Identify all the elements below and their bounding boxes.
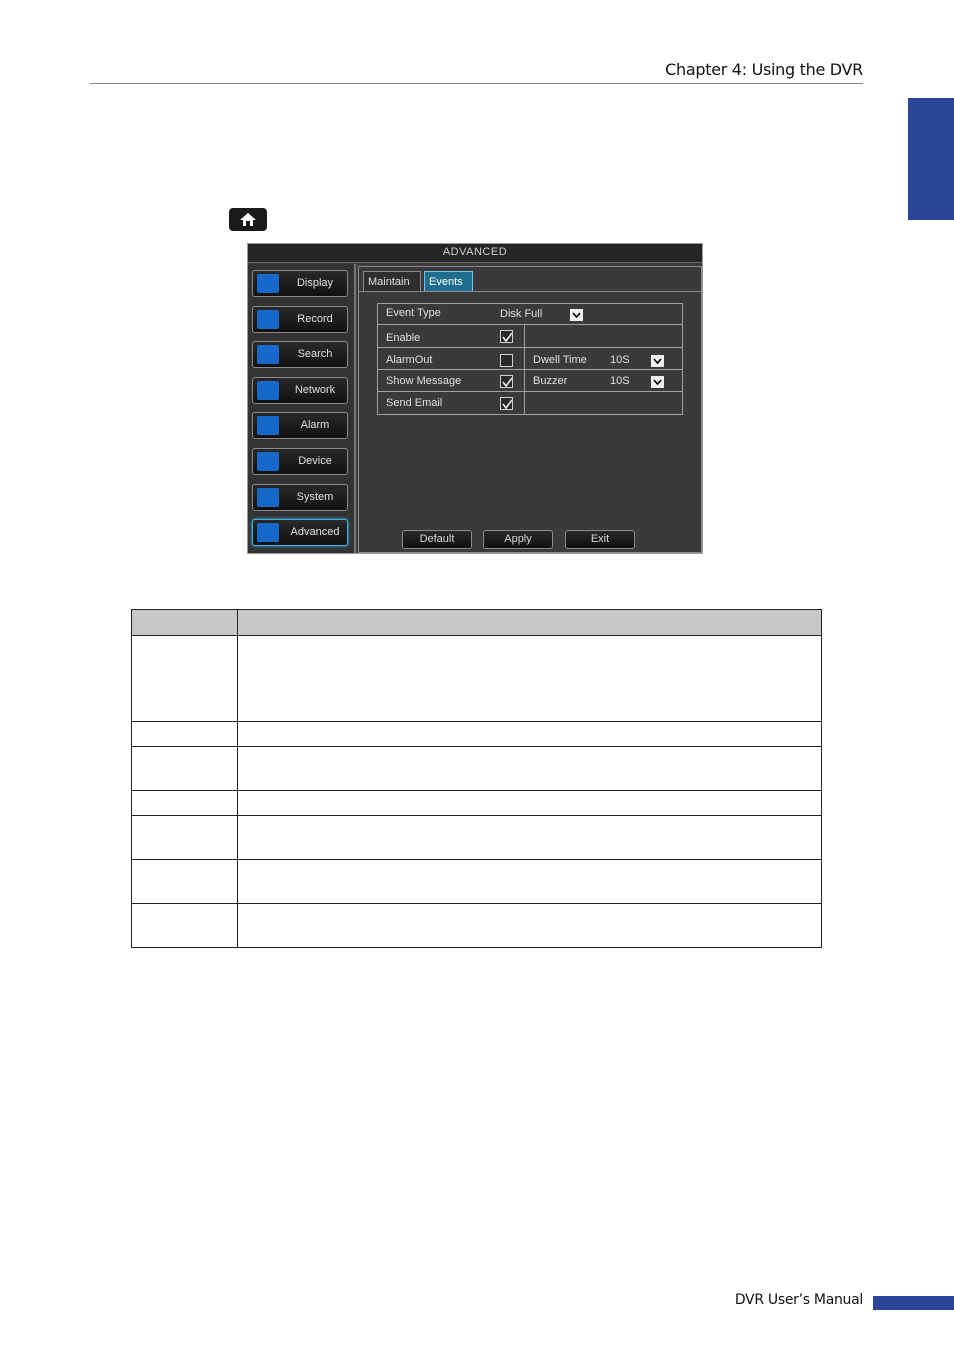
menu-search-button[interactable]: Search xyxy=(252,341,348,368)
table-row-divider xyxy=(132,815,821,816)
table-row-divider xyxy=(132,721,821,722)
chapter-title: Chapter 4: Using the DVR xyxy=(665,60,863,79)
grid-line xyxy=(524,324,525,414)
menu-label: Record xyxy=(297,313,333,325)
event-type-select[interactable]: Disk Full xyxy=(500,308,542,320)
menu-record-button[interactable]: Record xyxy=(252,306,348,333)
buzzer-label: Buzzer xyxy=(533,375,568,387)
menu-system-button[interactable]: System xyxy=(252,484,348,511)
events-settings-grid: Event Type Disk Full Enable AlarmOut Dwe… xyxy=(377,303,683,415)
menu-label: Device xyxy=(298,455,332,467)
menu-advanced-button[interactable]: Advanced xyxy=(252,519,348,546)
grid-line xyxy=(378,347,682,348)
menu-label: Search xyxy=(297,348,333,360)
checkmark-icon xyxy=(502,332,513,343)
alarmout-label: AlarmOut xyxy=(386,354,433,366)
send-email-label: Send Email xyxy=(386,397,443,409)
buzzer-select[interactable]: 10S xyxy=(610,375,630,387)
checkmark-icon xyxy=(502,377,513,388)
menu-label: System xyxy=(296,491,334,503)
alarmout-checkbox[interactable] xyxy=(500,354,513,367)
tab-events[interactable]: Events xyxy=(424,271,473,291)
window-title: ADVANCED xyxy=(442,246,508,258)
footer-manual-title: DVR User’s Manual xyxy=(734,1292,863,1308)
header-divider xyxy=(90,83,863,84)
event-type-label: Event Type xyxy=(386,307,441,319)
table-row-divider xyxy=(132,859,821,860)
menu-label: Advanced xyxy=(290,526,340,538)
table-row-divider xyxy=(132,790,821,791)
alarm-icon xyxy=(257,416,279,435)
apply-button[interactable]: Apply xyxy=(483,530,553,549)
footer-accent-bar xyxy=(873,1296,954,1310)
side-menu: Display Record Search Network Alarm Devi… xyxy=(248,264,356,553)
window-titlebar: ADVANCED xyxy=(248,244,702,263)
menu-label: Alarm xyxy=(300,419,330,431)
events-panel: Maintain Events Event Type Disk Full Ena… xyxy=(358,266,702,553)
magnifier-icon xyxy=(257,345,279,364)
grid-line xyxy=(378,369,682,370)
gear-icon xyxy=(257,488,279,507)
table-column-divider xyxy=(237,610,238,947)
side-tab-marker xyxy=(908,98,954,220)
table-row-divider xyxy=(132,903,821,904)
globe-icon xyxy=(257,381,279,400)
chevron-down-icon[interactable] xyxy=(651,376,664,388)
home-icon xyxy=(240,213,256,226)
default-button[interactable]: Default xyxy=(402,530,472,549)
send-email-checkbox[interactable] xyxy=(500,397,513,410)
enable-checkbox[interactable] xyxy=(500,330,513,343)
device-icon xyxy=(257,452,279,471)
menu-device-button[interactable]: Device xyxy=(252,448,348,475)
menu-label: Network xyxy=(294,384,336,396)
monitor-icon xyxy=(257,274,279,293)
exit-button[interactable]: Exit xyxy=(565,530,635,549)
table-row-divider xyxy=(132,746,821,747)
menu-label: Display xyxy=(296,277,334,289)
wrench-icon xyxy=(257,523,279,542)
table-header xyxy=(132,610,821,636)
show-message-label: Show Message xyxy=(386,375,462,387)
show-message-checkbox[interactable] xyxy=(500,375,513,388)
tab-maintain[interactable]: Maintain xyxy=(363,271,421,291)
grid-line xyxy=(378,324,682,325)
tab-divider xyxy=(359,291,701,292)
menu-network-button[interactable]: Network xyxy=(252,377,348,404)
film-icon xyxy=(257,310,279,329)
settings-description-table xyxy=(131,609,822,948)
menu-display-button[interactable]: Display xyxy=(252,270,348,297)
menu-alarm-button[interactable]: Alarm xyxy=(252,412,348,439)
chevron-down-icon[interactable] xyxy=(651,355,664,367)
enable-label: Enable xyxy=(386,332,421,344)
grid-line xyxy=(378,391,682,392)
checkmark-icon xyxy=(502,399,513,410)
home-button[interactable] xyxy=(229,208,267,231)
chevron-down-icon[interactable] xyxy=(570,309,583,321)
dwell-time-label: Dwell Time xyxy=(533,354,587,366)
dvr-advanced-window: ADVANCED Display Record Search Network A… xyxy=(247,243,703,554)
dwell-time-select[interactable]: 10S xyxy=(610,354,630,366)
